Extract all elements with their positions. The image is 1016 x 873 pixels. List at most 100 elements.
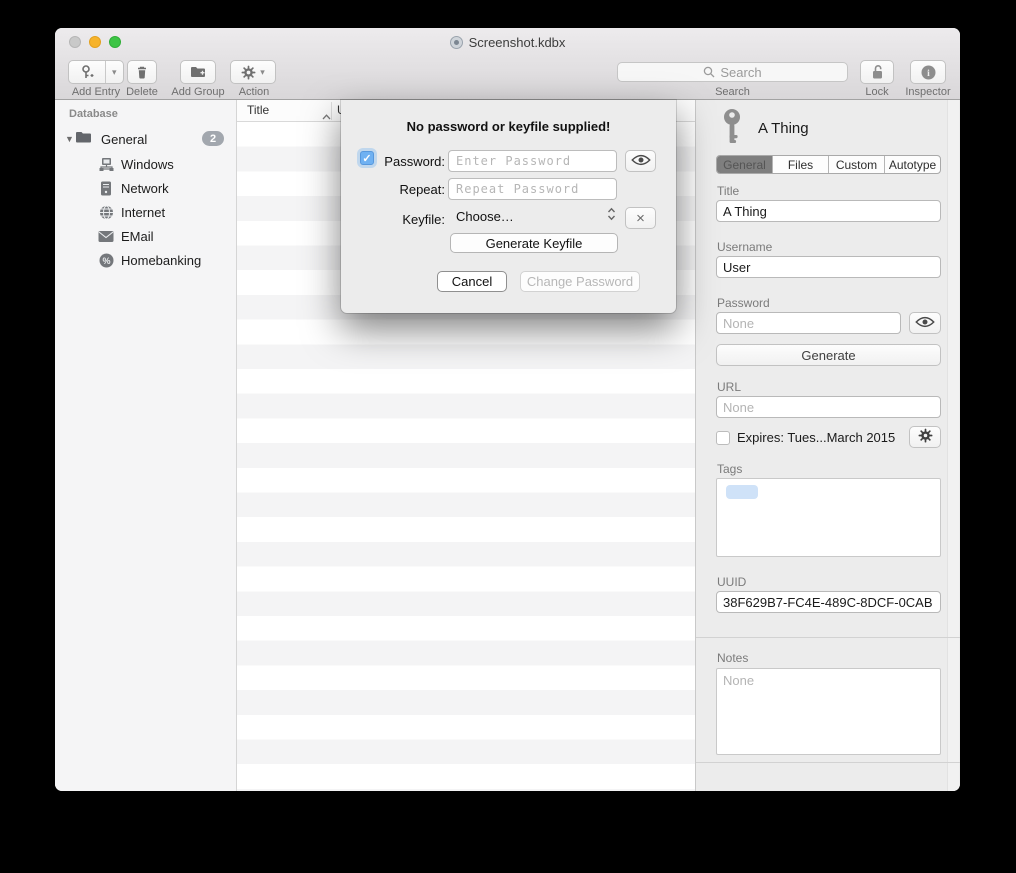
sidebar-group-general[interactable]: ▼ General 2 xyxy=(55,128,236,150)
unlock-icon xyxy=(870,64,885,80)
expires-checkbox[interactable] xyxy=(716,431,730,445)
password-label: Password: xyxy=(377,154,445,169)
sidebar-group-label: General xyxy=(101,132,147,147)
uuid-field[interactable] xyxy=(716,591,941,613)
chevron-down-icon: ▾ xyxy=(260,67,265,78)
add-group-label: Add Group xyxy=(165,86,231,98)
window-chrome: Screenshot.kdbx ▾ Add Entry xyxy=(55,28,960,100)
sidebar-item-internet[interactable]: Internet xyxy=(55,200,236,224)
percent-icon: % xyxy=(97,253,115,268)
stepper-icon[interactable] xyxy=(607,207,616,221)
trash-icon xyxy=(135,65,149,80)
action-button[interactable]: ▾ xyxy=(230,60,276,84)
reveal-password-button[interactable] xyxy=(909,312,941,334)
generate-password-button[interactable]: Generate xyxy=(716,344,941,366)
username-field[interactable] xyxy=(716,256,941,278)
repeat-label: Repeat: xyxy=(377,182,445,197)
tab-general[interactable]: General xyxy=(717,156,773,173)
tags-box[interactable] xyxy=(716,478,941,557)
inspector-button[interactable]: i xyxy=(910,60,946,84)
cancel-button[interactable]: Cancel xyxy=(437,271,507,292)
title-field[interactable] xyxy=(716,200,941,222)
sidebar-item-label: Windows xyxy=(121,157,174,172)
checkmark-icon: ✓ xyxy=(362,152,371,165)
delete-button[interactable] xyxy=(127,60,157,84)
eye-icon xyxy=(631,154,651,169)
tab-custom[interactable]: Custom xyxy=(829,156,885,173)
inspector-label: Inspector xyxy=(897,86,959,98)
close-icon: × xyxy=(636,211,645,226)
svg-text:i: i xyxy=(927,69,930,79)
window-title: Screenshot.kdbx xyxy=(469,35,566,50)
scrollbar-track[interactable] xyxy=(947,100,959,791)
sidebar-item-email[interactable]: EMail xyxy=(55,224,236,248)
tab-files[interactable]: Files xyxy=(773,156,829,173)
sidebar-item-label: Network xyxy=(121,181,169,196)
expires-row: Expires: Tues...March 2015 xyxy=(716,430,895,445)
column-header-title[interactable]: Title xyxy=(247,103,269,117)
sidebar-section-header: Database xyxy=(69,108,118,120)
tab-autotype[interactable]: Autotype xyxy=(885,156,940,173)
inspector-tabs: General Files Custom Autotype xyxy=(716,155,941,174)
keyfile-popup[interactable]: Choose… xyxy=(456,209,514,224)
password-field[interactable] xyxy=(716,312,901,334)
sidebar: Database ▼ General 2 xyxy=(55,100,237,791)
tags-label: Tags xyxy=(717,462,742,476)
expires-label: Expires: Tues...March 2015 xyxy=(737,430,895,445)
keyfile-label: Keyfile: xyxy=(377,212,445,227)
info-icon: i xyxy=(921,65,936,80)
server-icon xyxy=(97,181,115,196)
key-plus-icon xyxy=(69,65,105,80)
notes-field[interactable] xyxy=(716,668,941,755)
sidebar-item-network[interactable]: Network xyxy=(55,176,236,200)
tag-pill[interactable] xyxy=(726,485,758,499)
toolbar: ▾ Add Entry Delete xyxy=(55,56,960,100)
sidebar-item-label: EMail xyxy=(121,229,154,244)
entry-title: A Thing xyxy=(758,120,809,137)
search-input[interactable]: Search xyxy=(617,62,848,82)
clear-keyfile-button[interactable]: × xyxy=(625,207,656,229)
disclosure-triangle-icon[interactable]: ▼ xyxy=(65,134,75,144)
change-password-sheet: No password or keyfile supplied! ✓ Passw… xyxy=(341,100,676,313)
svg-text:%: % xyxy=(102,255,110,265)
workgroup-icon xyxy=(97,157,115,172)
add-group-button[interactable] xyxy=(180,60,216,84)
section-divider xyxy=(696,762,960,763)
search-placeholder: Search xyxy=(720,65,761,80)
sidebar-item-windows[interactable]: Windows xyxy=(55,152,236,176)
generate-keyfile-button[interactable]: Generate Keyfile xyxy=(450,233,618,253)
password-checkbox[interactable]: ✓ xyxy=(360,151,374,165)
lock-button[interactable] xyxy=(860,60,894,84)
url-field[interactable] xyxy=(716,396,941,418)
uuid-label: UUID xyxy=(717,575,746,589)
entry-count-badge: 2 xyxy=(202,131,224,146)
search-icon xyxy=(703,66,715,78)
eye-icon xyxy=(915,316,935,331)
expires-settings-button[interactable] xyxy=(909,426,941,448)
repeat-password-field[interactable] xyxy=(448,178,617,200)
folder-icon xyxy=(75,130,92,149)
sidebar-item-label: Homebanking xyxy=(121,253,201,268)
password-field-label: Password xyxy=(717,296,770,310)
sidebar-item-label: Internet xyxy=(121,205,165,220)
envelope-icon xyxy=(97,230,115,243)
action-label: Action xyxy=(231,86,277,98)
app-window: Screenshot.kdbx ▾ Add Entry xyxy=(55,28,960,791)
reveal-password-button[interactable] xyxy=(625,150,656,172)
title-field-label: Title xyxy=(717,184,739,198)
column-divider[interactable] xyxy=(331,102,332,120)
add-entry-button[interactable]: ▾ xyxy=(68,60,124,84)
inspector-panel: A Thing General Files Custom Autotype Ti… xyxy=(695,100,960,791)
delete-label: Delete xyxy=(121,86,163,98)
gear-icon xyxy=(241,65,256,80)
document-icon xyxy=(450,36,463,49)
key-icon xyxy=(721,108,743,149)
enter-password-field[interactable] xyxy=(448,150,617,172)
change-password-button[interactable]: Change Password xyxy=(520,271,640,292)
gear-icon xyxy=(918,428,933,446)
username-field-label: Username xyxy=(717,240,772,254)
sheet-message: No password or keyfile supplied! xyxy=(341,119,676,134)
globe-icon xyxy=(97,205,115,220)
sidebar-item-homebanking[interactable]: % Homebanking xyxy=(55,248,236,272)
titlebar[interactable]: Screenshot.kdbx xyxy=(55,28,960,56)
